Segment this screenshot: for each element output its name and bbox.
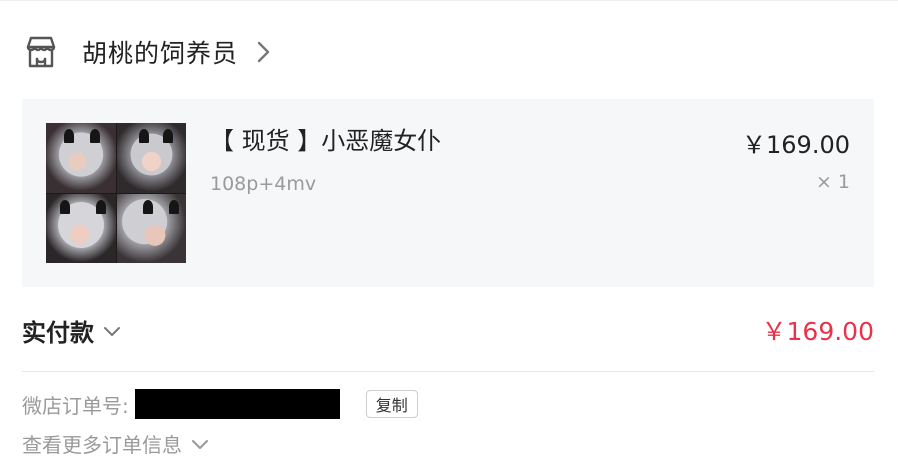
product-thumbnail[interactable]	[46, 123, 186, 263]
thumbnail-tile	[116, 193, 186, 263]
order-number-label: 微店订单号:	[22, 393, 129, 418]
thumbnail-tile	[116, 123, 186, 193]
store-icon	[22, 33, 60, 71]
more-order-info-toggle[interactable]: 查看更多订单信息	[22, 425, 210, 461]
product-quantity: × 1	[815, 171, 850, 193]
product-price: ￥169.00	[742, 131, 850, 159]
top-divider	[0, 0, 898, 1]
chevron-down-icon	[190, 436, 210, 450]
product-title[interactable]: 【 现货 】小恶魔女仆	[210, 121, 441, 156]
product-card[interactable]: 【 现货 】小恶魔女仆 108p+4mv ￥169.00 × 1	[22, 99, 874, 287]
order-number-row: 微店订单号: 复制	[22, 387, 418, 421]
more-order-info-label: 查看更多订单信息	[22, 432, 182, 457]
payment-amount: ￥169.00	[761, 317, 874, 346]
order-number-redacted	[134, 389, 340, 419]
thumbnail-tile	[46, 123, 116, 193]
chevron-right-icon	[254, 39, 272, 65]
payment-row: 实付款 ￥169.00	[22, 310, 874, 350]
chevron-down-icon	[102, 323, 122, 337]
copy-button[interactable]: 复制	[365, 390, 418, 418]
payment-label: 实付款	[22, 318, 94, 347]
shop-header[interactable]: 胡桃的饲养员	[22, 32, 272, 72]
thumbnail-tile	[46, 193, 116, 263]
shop-name[interactable]: 胡桃的饲养员	[82, 34, 238, 70]
section-divider	[22, 371, 874, 372]
payment-label-toggle[interactable]: 实付款	[22, 313, 122, 348]
product-spec: 108p+4mv	[210, 173, 317, 195]
